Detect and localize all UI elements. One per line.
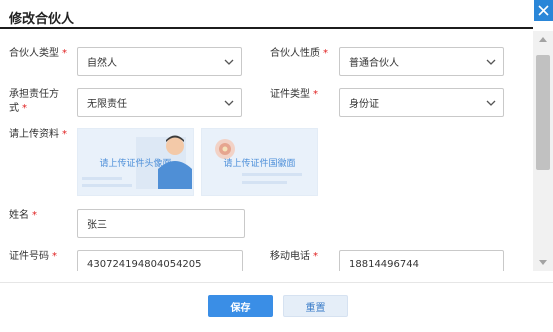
name-input[interactable]: 张三 (77, 209, 245, 238)
required-mark: * (313, 89, 318, 100)
mobile-input[interactable]: 18814496744 (339, 250, 504, 271)
liability-select[interactable]: 无限责任 (77, 88, 242, 117)
footer-divider (0, 282, 553, 283)
required-mark: * (52, 251, 57, 262)
partner-nature-select[interactable]: 普通合伙人 (339, 47, 504, 76)
name-value: 张三 (87, 220, 107, 231)
edit-partner-dialog: 修改合伙人 合伙人类型 * 自然人 合伙人性质 * 普通合伙人 承担责任方 式 * 无… (0, 0, 553, 332)
vertical-scrollbar[interactable] (533, 31, 553, 271)
chevron-down-icon (224, 100, 234, 106)
chevron-down-icon (486, 100, 496, 106)
upload-portrait-text: 请上传证件头像面 (99, 159, 172, 169)
id-type-value: 身份证 (349, 99, 379, 110)
chevron-down-icon (486, 59, 496, 65)
required-mark: * (313, 251, 318, 262)
upload-label: 请上传资料 * (9, 129, 67, 140)
upload-emblem-text: 请上传证件国徽面 (223, 159, 296, 169)
id-type-select[interactable]: 身份证 (339, 88, 504, 117)
upload-emblem-side[interactable]: 请上传证件国徽面 (201, 128, 318, 196)
partner-type-label: 合伙人类型 * (9, 48, 67, 59)
dialog-title: 修改合伙人 (9, 12, 75, 27)
partner-type-value: 自然人 (87, 58, 117, 69)
mobile-value: 18814496744 (349, 259, 419, 270)
scroll-down-icon[interactable] (538, 259, 548, 267)
required-mark: * (323, 48, 328, 59)
reset-button[interactable]: 重置 (283, 295, 348, 317)
scrollbar-thumb[interactable] (536, 55, 550, 170)
close-icon (538, 5, 549, 16)
id-number-input[interactable]: 430724194804054205 (77, 250, 243, 271)
id-number-value: 430724194804054205 (87, 259, 202, 270)
upload-portrait-side[interactable]: 请上传证件头像面 (77, 128, 194, 196)
partner-nature-label: 合伙人性质 * (270, 48, 328, 59)
save-button[interactable]: 保存 (208, 295, 273, 317)
title-divider (0, 27, 533, 29)
required-mark: * (32, 210, 37, 221)
required-mark: * (22, 103, 27, 114)
partner-type-select[interactable]: 自然人 (77, 47, 242, 76)
liability-label: 承担责任方 式 * (9, 89, 59, 114)
name-label: 姓名 * (9, 210, 37, 221)
liability-value: 无限责任 (87, 99, 127, 110)
partner-nature-value: 普通合伙人 (349, 58, 399, 69)
chevron-down-icon (224, 59, 234, 65)
scroll-up-icon[interactable] (538, 35, 548, 43)
id-type-label: 证件类型 * (270, 89, 318, 100)
mobile-label: 移动电话 * (270, 251, 318, 262)
required-mark: * (62, 48, 67, 59)
close-button[interactable] (534, 0, 553, 21)
required-mark: * (62, 129, 67, 140)
id-number-label: 证件号码 * (9, 251, 57, 262)
form-content: 合伙人类型 * 自然人 合伙人性质 * 普通合伙人 承担责任方 式 * 无限责任 证件… (0, 31, 533, 271)
